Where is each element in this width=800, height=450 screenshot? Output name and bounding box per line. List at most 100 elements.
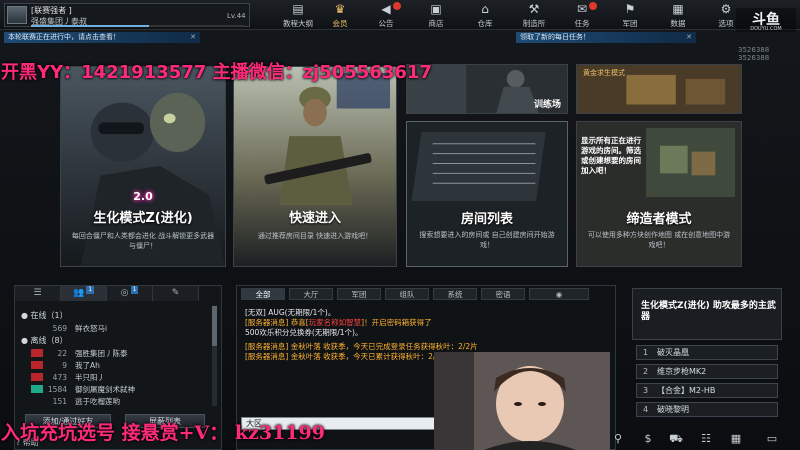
- coord-a: 3526388: [738, 46, 770, 54]
- list-item[interactable]: 1584 御剑屠魔剑术弑神: [35, 384, 135, 395]
- banner-title: 生化模式Z(进化) 助攻最多的主武器: [641, 301, 776, 322]
- chat-line: [服务器消息] 恭喜[玩家名称如智慧]！开启密码箱获得了: [245, 318, 432, 328]
- nav-data[interactable]: ▦ 数据: [657, 2, 699, 29]
- stat-row[interactable]: 1 破灭晶凰: [636, 345, 778, 360]
- chat-text: [服务器消息] 金秋叶落 收获季，今天已完成登录任务获得秋叶：2/2片: [245, 342, 478, 351]
- list-item[interactable]: 9 我了Ah: [35, 360, 100, 371]
- mode-card-creator[interactable]: 显示所有正在进行游戏的房间。筛选或创建想要的房间加入吧！ 缔造者模式 可以使用多…: [576, 121, 742, 267]
- mode-card-quick-join[interactable]: 快速进入 通过推荐房间目录 快速进入游戏吧！: [233, 66, 397, 267]
- nav-factory[interactable]: ⚒ 制造所: [513, 2, 555, 29]
- stat-row[interactable]: 3 【合金】M2-HB: [636, 383, 778, 398]
- dollar-icon[interactable]: $: [640, 432, 656, 446]
- shop-icon: ▣: [430, 2, 442, 16]
- close-icon[interactable]: ✕: [686, 32, 692, 43]
- xp-fill: [31, 25, 149, 27]
- offline-section-header[interactable]: ● 离线（8）: [21, 335, 68, 346]
- list-check-icon[interactable]: ☷: [698, 432, 714, 446]
- coord-b: 3526388: [738, 54, 770, 62]
- chat-text: 500欢乐积分兑换券(无期限/1个)。: [245, 328, 363, 337]
- tab-army[interactable]: 军团: [337, 288, 381, 300]
- card-description: 可以使用多种方块创作地图 或在创意地图中游戏吧！: [587, 231, 731, 249]
- notice-league[interactable]: 本轮联赛正在进行中，请点击查看！ ✕: [4, 32, 200, 43]
- nav-label: 仓库: [477, 19, 493, 28]
- mail-icon: ✎: [171, 288, 180, 298]
- chat-text: [服务器消息] 金秋叶落 收获季，今天已累计获得秋叶：2/48片: [245, 352, 453, 361]
- nav-army[interactable]: ⚑ 军团: [609, 2, 651, 29]
- mode-card-gold-survival[interactable]: 黄金求生模式: [576, 64, 742, 114]
- weapon-stats-banner[interactable]: 生化模式Z(进化) 助攻最多的主武器: [632, 288, 782, 340]
- run-icon[interactable]: ⚲: [610, 432, 626, 446]
- close-icon[interactable]: ✕: [190, 32, 196, 43]
- nav-label: 会员: [332, 19, 348, 28]
- player-rank: [联赛强者 ]: [31, 6, 72, 15]
- chat-text: ]！开启密码箱获得了: [361, 318, 432, 327]
- nav-vip[interactable]: ♛ 会员: [319, 2, 361, 29]
- mode-card-bio[interactable]: 2.0 生化模式Z(进化) 每回合僵尸和人类都会进化 战斗解锁更多武器与僵尸！: [60, 66, 226, 267]
- tab-system[interactable]: 系统: [433, 288, 477, 300]
- tab-all[interactable]: 全部: [241, 288, 285, 300]
- friends-icon: 👥: [72, 288, 85, 298]
- notice-daily-task[interactable]: 领取了新的每日任务！ ✕: [516, 32, 696, 43]
- card-description: 每回合僵尸和人类都会进化 战斗解锁更多武器与僵尸！: [71, 232, 215, 250]
- card-title: 房间列表: [460, 212, 513, 227]
- tab-group[interactable]: ◎ 1: [107, 286, 153, 301]
- chat-highlight: 玩家名称如智慧: [308, 318, 362, 327]
- stat-rank: 4: [643, 405, 649, 414]
- stat-row[interactable]: 2 维京步枪MK2: [636, 364, 778, 379]
- friend-level: 9: [62, 361, 67, 370]
- list-item[interactable]: 151 逃于吃榴莲哟: [35, 396, 120, 407]
- friend-name: 强胜集团丿陈泰: [75, 349, 128, 358]
- nav-label: 军团: [622, 19, 638, 28]
- stat-rank: 2: [643, 367, 649, 376]
- nav-shop[interactable]: ▣ 商店: [415, 2, 457, 29]
- scroll-thumb[interactable]: [212, 306, 217, 346]
- list-item[interactable]: 569 鲜衣怒马i: [35, 323, 107, 334]
- tab-mail[interactable]: ✎: [153, 286, 199, 301]
- online-section-header[interactable]: ● 在线（1）: [21, 310, 68, 321]
- stat-weapon: 维京步枪MK2: [657, 367, 707, 376]
- notification-badge: [393, 2, 401, 10]
- chat-text: [服务器消息] 恭喜[: [245, 318, 309, 327]
- tab-lobby[interactable]: 大厅: [289, 288, 333, 300]
- data-icon: ▦: [672, 2, 684, 16]
- nav-announcement[interactable]: ◀ 公告: [365, 2, 407, 29]
- tab-friends[interactable]: 👥 1: [61, 286, 107, 301]
- tab-list[interactable]: ☰: [15, 286, 61, 301]
- battery-icon[interactable]: ▭: [764, 432, 780, 446]
- chat-line: [无双] AUG(无期限/1个)。: [245, 308, 335, 318]
- avatar[interactable]: [7, 6, 27, 24]
- calendar-icon[interactable]: ▦: [728, 432, 744, 446]
- friend-name: 半只阳丿: [75, 373, 105, 382]
- list-item[interactable]: 473 半只阳丿: [35, 372, 105, 383]
- group-icon: ◎: [120, 288, 129, 298]
- card-title: 生化模式Z(进化): [93, 211, 193, 226]
- tab-whisper[interactable]: 密语: [481, 288, 525, 300]
- list-item[interactable]: 22 强胜集团丿陈泰: [35, 348, 128, 359]
- stat-weapon: 破晓黎明: [657, 405, 689, 414]
- player-info[interactable]: [联赛强者 ] 强盛集团丿泰叔 Lv.44: [4, 3, 250, 27]
- tab-more[interactable]: ◉: [529, 288, 589, 300]
- game-lobby: [联赛强者 ] 强盛集团丿泰叔 Lv.44 ▤ 教程大纲 ♛ 会员 ◀ 公告 ▣ 商店 …: [0, 0, 800, 450]
- stream-overlay-contact: 开黑YY：1421913577 主播微信：zj505563617: [1, 62, 432, 83]
- factory-icon: ⚒: [528, 2, 540, 16]
- tab-team[interactable]: 组队: [385, 288, 429, 300]
- settings-icon: ⚙: [720, 2, 732, 16]
- card-title: 训练场: [533, 100, 561, 110]
- notification-badge: [589, 2, 597, 10]
- cart-icon[interactable]: ⛟: [668, 432, 684, 446]
- friend-level: 569: [52, 324, 67, 333]
- nav-mission[interactable]: ✉ 任务: [561, 2, 603, 29]
- nav-tutorial[interactable]: ▤ 教程大纲: [277, 2, 319, 29]
- stat-rank: 3: [643, 386, 649, 395]
- nav-label: 数据: [670, 19, 686, 28]
- friends-scrollbar[interactable]: [212, 306, 217, 406]
- card-description: 搜索想要进入的房间或 自己创建房间开始游戏！: [419, 231, 555, 249]
- mode-card-room-list[interactable]: 房间列表 搜索想要进入的房间或 自己创建房间开始游戏！: [406, 121, 568, 267]
- online-label: 在线（1）: [30, 311, 68, 320]
- stat-row[interactable]: 4 破晓黎明: [636, 402, 778, 417]
- nav-warehouse[interactable]: ⌂ 仓库: [464, 2, 506, 29]
- coordinate-readout: 3526388 3526388: [738, 46, 769, 62]
- chat-line: [服务器消息] 金秋叶落 收获季，今天已累计获得秋叶：2/48片: [245, 352, 452, 362]
- friend-name: 逃于吃榴莲哟: [75, 397, 120, 406]
- nav-label: 公告: [378, 19, 394, 28]
